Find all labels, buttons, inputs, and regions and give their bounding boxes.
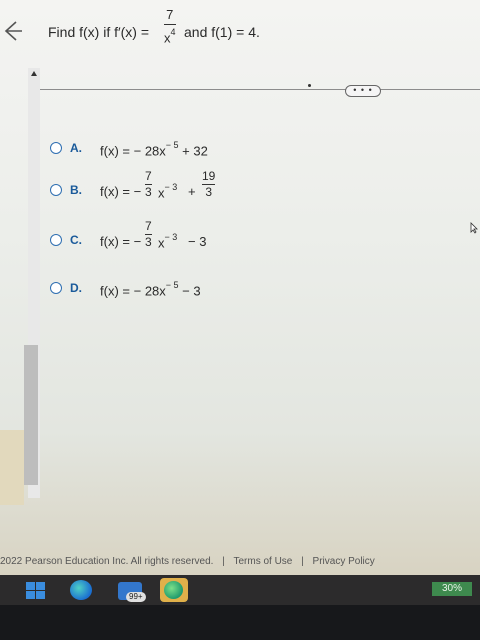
coef-numerator: 7 xyxy=(145,169,152,183)
question-prefix: Find f(x) if f′(x) = xyxy=(48,24,150,40)
notification-badge: 99+ xyxy=(126,592,146,602)
option-body: x xyxy=(158,235,165,251)
option-plus: + xyxy=(188,184,196,199)
const-denominator: 3 xyxy=(205,185,213,199)
option-lhs: f(x) = − xyxy=(100,234,142,249)
coef-denominator: 3 xyxy=(145,235,152,249)
question-text: Find f(x) if f′(x) = 7 x4 and f(1) = 4. xyxy=(48,8,468,72)
answer-options: A. f(x) = − 28x− 5 + 32 B. f(x) = − 7 3 … xyxy=(50,130,350,320)
footer-separator: | xyxy=(222,556,225,567)
footer-separator: | xyxy=(301,556,304,567)
fraction-numerator: 7 xyxy=(166,7,174,22)
question-fraction: 7 x4 xyxy=(164,8,176,45)
option-body: − 28x xyxy=(133,283,166,299)
option-letter: D. xyxy=(70,281,82,295)
fraction-denominator-exponent: 4 xyxy=(170,27,176,37)
option-b[interactable]: B. f(x) = − 7 3 x− 3 + 19 3 xyxy=(50,169,350,214)
option-letter: B. xyxy=(70,183,82,197)
terms-of-use-link[interactable]: Terms of Use xyxy=(233,556,292,567)
scroll-up-arrow-icon[interactable] xyxy=(31,71,37,76)
copyright-text: 2022 Pearson Education Inc. All rights r… xyxy=(0,556,214,567)
option-lhs: f(x) = − xyxy=(100,184,142,199)
radio-button-d[interactable] xyxy=(50,282,62,294)
option-const-fraction: 19 3 xyxy=(202,169,216,199)
radio-button-a[interactable] xyxy=(50,142,62,154)
option-tail: − 3 xyxy=(188,234,207,249)
option-d[interactable]: D. f(x) = − 28x− 5 − 3 xyxy=(50,280,350,322)
coef-denominator: 3 xyxy=(145,185,152,199)
option-exponent: − 3 xyxy=(164,232,178,242)
option-body: x xyxy=(158,185,165,201)
option-tail: + 32 xyxy=(182,143,208,159)
radio-button-b[interactable] xyxy=(50,184,62,196)
option-lhs: f(x) = xyxy=(100,143,130,159)
fraction-bar xyxy=(164,24,176,25)
option-letter: C. xyxy=(70,233,82,247)
option-coef-fraction: 7 3 xyxy=(145,170,152,199)
option-exponent: − 3 xyxy=(164,182,178,192)
option-letter: A. xyxy=(70,141,82,155)
edge-browser-icon[interactable] xyxy=(70,580,92,600)
taskbar: 99+ 30% xyxy=(0,575,480,605)
privacy-policy-link[interactable]: Privacy Policy xyxy=(313,556,375,567)
option-coef-fraction: 7 3 xyxy=(145,220,152,249)
stray-dot xyxy=(308,84,311,87)
option-exponent: − 5 xyxy=(165,140,179,150)
option-c[interactable]: C. f(x) = − 7 3 x− 3 − 3 xyxy=(50,220,350,264)
const-numerator: 19 xyxy=(202,169,216,183)
coef-numerator: 7 xyxy=(145,219,152,233)
side-panel-edge xyxy=(0,430,24,505)
section-divider xyxy=(40,89,480,90)
back-arrow-icon[interactable] xyxy=(0,18,22,44)
fraction-denominator: x xyxy=(164,30,171,46)
monitor-bezel xyxy=(0,605,480,640)
option-body: − 28x xyxy=(133,143,166,159)
question-suffix: and f(1) = 4. xyxy=(184,24,260,40)
scrollbar-thumb[interactable] xyxy=(24,345,38,485)
page-footer: 2022 Pearson Education Inc. All rights r… xyxy=(0,556,480,570)
expand-more-button[interactable]: • • • xyxy=(345,85,381,97)
windows-start-icon[interactable] xyxy=(24,580,46,600)
browser-page: Find f(x) if f′(x) = 7 x4 and f(1) = 4. … xyxy=(0,0,480,575)
option-exponent: − 5 xyxy=(165,280,179,290)
edge-dev-browser-icon[interactable] xyxy=(160,578,188,602)
battery-indicator[interactable]: 30% xyxy=(432,582,472,596)
mouse-cursor-icon xyxy=(470,222,478,234)
option-lhs: f(x) = xyxy=(100,283,130,299)
option-tail: − 3 xyxy=(182,283,201,299)
microsoft-store-icon[interactable]: 99+ xyxy=(118,580,146,602)
radio-button-c[interactable] xyxy=(50,234,62,246)
